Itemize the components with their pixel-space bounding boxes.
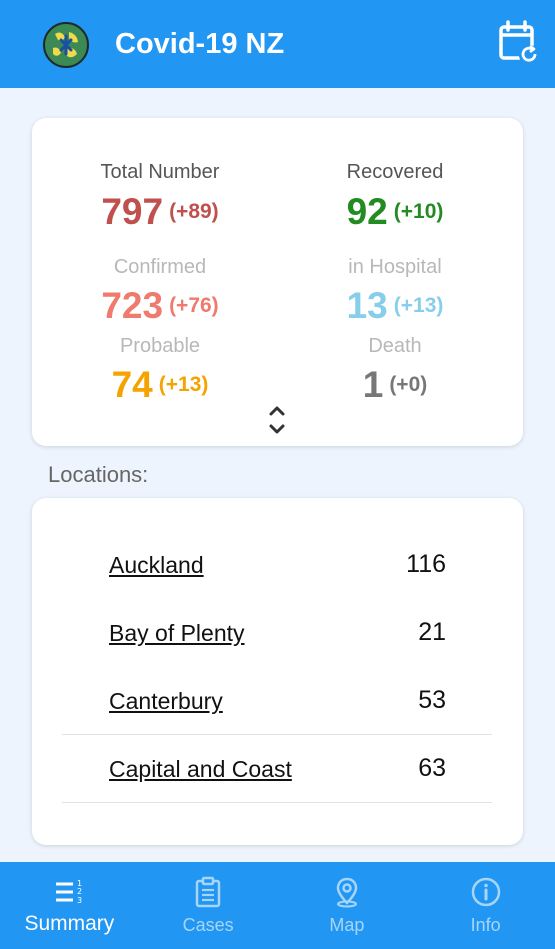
stat-value-confirmed: 723: [101, 285, 164, 326]
stat-total: 797 (+89): [40, 190, 280, 234]
stat-label-probable: Probable: [119, 335, 201, 357]
stat-label-death: Death: [368, 335, 422, 357]
stat-delta-total: (+89): [169, 200, 219, 223]
location-link[interactable]: Canterbury: [109, 687, 223, 715]
location-count: 21: [418, 618, 446, 646]
list-item: Auckland 116: [62, 532, 492, 598]
stat-delta-confirmed: (+76): [169, 294, 219, 317]
nav-label-map: Map: [329, 915, 365, 935]
location-link[interactable]: Bay of Plenty: [109, 619, 245, 647]
list-numbered-icon: 1 2 3: [56, 879, 82, 905]
location-link[interactable]: Capital and Coast: [109, 755, 292, 783]
app-title: Covid-19 NZ: [115, 28, 285, 60]
nav-summary[interactable]: 1 2 3 Summary: [0, 862, 139, 949]
stat-delta-death: (+0): [389, 373, 428, 396]
app-bar: Covid-19 NZ: [0, 0, 555, 88]
location-link[interactable]: Auckland: [109, 551, 204, 579]
location-count: 63: [418, 754, 446, 782]
summary-card: Total Number 797 (+89) Recovered 92 (+10) …: [32, 118, 523, 446]
stat-value-recovered: 92: [346, 191, 388, 232]
info-icon: [471, 877, 500, 907]
stat-delta-hospital: (+13): [393, 294, 444, 317]
list-item: Bay of Plenty 21: [62, 600, 492, 666]
location-count: 53: [418, 686, 446, 714]
stat-label-confirmed: Confirmed: [113, 256, 207, 278]
stat-delta-probable: (+13): [158, 373, 209, 396]
stat-value-probable: 74: [111, 364, 153, 405]
clipboard-list-icon: [195, 876, 221, 908]
list-item: Capital and Coast 63: [62, 736, 492, 803]
stat-death: 1 (+0): [275, 363, 515, 407]
locations-heading: Locations:: [48, 462, 149, 487]
nav-cases[interactable]: Cases: [139, 862, 278, 949]
locations-card: Auckland 116 Bay of Plenty 21 Canterbury…: [32, 498, 523, 845]
nav-info[interactable]: Info: [416, 862, 555, 949]
stat-probable: 74 (+13): [40, 363, 280, 407]
svg-text:3: 3: [77, 896, 82, 905]
chevron-up-down-icon[interactable]: [264, 402, 290, 438]
stat-label-recovered: Recovered: [346, 161, 444, 183]
bottom-nav: 1 2 3 Summary Cases Map Info: [0, 862, 555, 949]
stat-confirmed: 723 (+76): [40, 284, 280, 328]
nav-label-cases: Cases: [182, 915, 234, 935]
location-count: 116: [406, 550, 446, 578]
stat-value-death: 1: [362, 364, 384, 405]
virus-globe-logo: [43, 22, 89, 68]
stat-delta-recovered: (+10): [393, 200, 444, 223]
stat-value-hospital: 13: [346, 285, 388, 326]
nav-label-summary: Summary: [24, 912, 115, 935]
stat-value-total: 797: [101, 191, 164, 232]
stat-recovered: 92 (+10): [275, 190, 515, 234]
list-item: Canterbury 53: [62, 668, 492, 735]
calendar-refresh-icon[interactable]: [496, 20, 542, 66]
stat-label-hospital: in Hospital: [348, 256, 442, 278]
nav-label-info: Info: [470, 915, 501, 935]
nav-map[interactable]: Map: [278, 862, 417, 949]
stat-label-total: Total Number: [100, 161, 220, 183]
stat-hospital: 13 (+13): [275, 284, 515, 328]
map-pin-icon: [336, 877, 358, 908]
svg-text:2: 2: [77, 887, 82, 896]
